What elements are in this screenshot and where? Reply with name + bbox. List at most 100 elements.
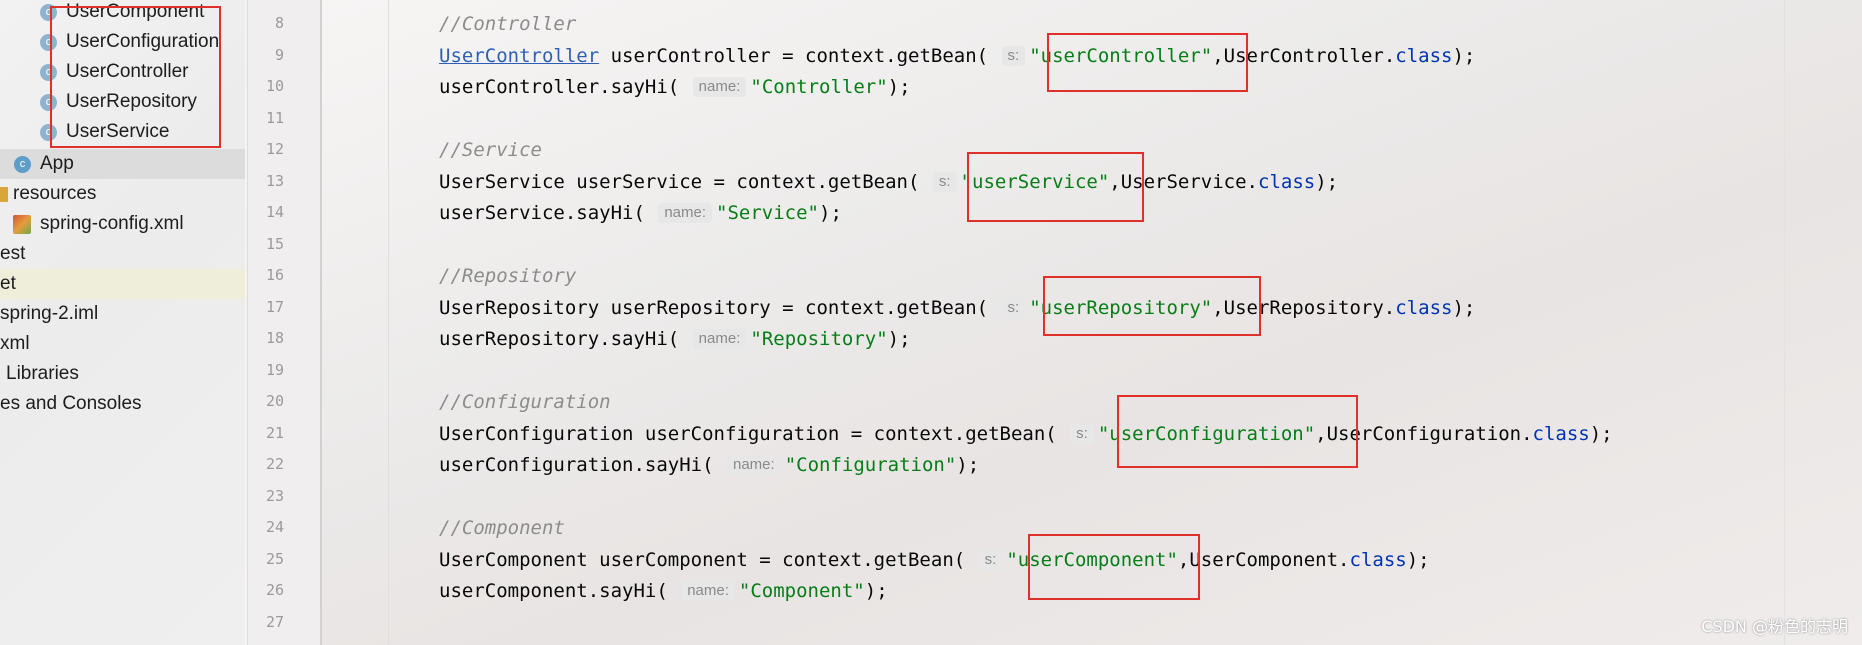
code-comment-service[interactable]: //Service xyxy=(439,135,542,165)
code-line-sayhi-repository[interactable]: userRepository.sayHi( name: "Repository")… xyxy=(439,324,911,354)
annotation-box-classes xyxy=(50,6,221,148)
line-number: 21 xyxy=(265,424,284,442)
code-text: UserComponent userComponent = context.ge… xyxy=(439,549,977,571)
tree-item-resources[interactable]: resources xyxy=(0,179,245,209)
code-line-sayhi-component[interactable]: userComponent.sayHi( name: "Component"); xyxy=(439,576,888,606)
code-line-get-configuration[interactable]: UserConfiguration userConfiguration = co… xyxy=(439,419,1613,449)
line-number: 8 xyxy=(274,14,284,32)
xml-file-icon xyxy=(13,215,31,234)
line-number: 16 xyxy=(265,266,284,284)
code-text: userController.sayHi( xyxy=(439,76,691,98)
line-number: 13 xyxy=(265,172,284,190)
code-text: UserService userService = context.getBea… xyxy=(439,171,931,193)
line-number: 10 xyxy=(265,77,284,95)
line-number: 23 xyxy=(265,487,284,505)
code-text: userConfiguration.sayHi( xyxy=(439,454,725,476)
param-hint: name: xyxy=(658,203,713,223)
string-literal: "Controller" xyxy=(750,76,888,98)
line-number: 25 xyxy=(265,550,284,568)
line-number: 18 xyxy=(265,329,284,347)
code-text: UserConfiguration userConfiguration = co… xyxy=(439,423,1069,445)
code-comment-repository[interactable]: //Repository xyxy=(439,261,576,291)
line-number: 26 xyxy=(265,581,284,599)
code-line-sayhi-configuration[interactable]: userConfiguration.sayHi( name: "Configura… xyxy=(439,450,979,480)
code-line-get-controller[interactable]: UserController userController = context.… xyxy=(439,41,1475,71)
tree-item-scratches-consoles[interactable]: es and Consoles xyxy=(0,389,245,419)
code-text: userController = context.getBean( xyxy=(599,45,1000,67)
tree-item-target[interactable]: et xyxy=(0,269,245,299)
code-text: userRepository.sayHi( xyxy=(439,328,691,350)
line-number: 14 xyxy=(265,203,284,221)
tree-item-pom-xml[interactable]: xml xyxy=(0,329,245,359)
class-keyword: class xyxy=(1258,171,1316,193)
right-margin-guide xyxy=(1784,0,1785,645)
annotation-box-userconfiguration xyxy=(1117,395,1358,468)
code-line-sayhi-controller[interactable]: userController.sayHi( name: "Controller")… xyxy=(439,72,911,102)
param-hint: name: xyxy=(726,455,781,475)
tree-item-test[interactable]: est xyxy=(0,239,245,269)
class-link-usercontroller[interactable]: UserController xyxy=(439,45,599,67)
code-line-sayhi-service[interactable]: userService.sayHi( name: "Service"); xyxy=(439,198,842,228)
line-number: 9 xyxy=(274,46,284,64)
tree-item-external-libraries[interactable]: Libraries xyxy=(0,359,245,389)
param-hint: name: xyxy=(692,77,747,97)
code-text: ); xyxy=(887,328,911,350)
class-keyword: class xyxy=(1349,549,1407,571)
watermark: CSDN @粉色的志明 xyxy=(1701,617,1848,636)
code-comment-controller[interactable]: //Controller xyxy=(439,9,576,39)
code-text: ); xyxy=(1315,171,1339,193)
tree-item-label: et xyxy=(0,273,16,294)
string-literal: "Component" xyxy=(738,580,865,602)
tree-item-label: App xyxy=(40,153,74,174)
tree-item-label: est xyxy=(0,243,26,264)
code-comment-configuration[interactable]: //Configuration xyxy=(439,387,611,417)
code-line-get-component[interactable]: UserComponent userComponent = context.ge… xyxy=(439,545,1430,575)
code-line-get-repository[interactable]: UserRepository userRepository = context.… xyxy=(439,293,1475,323)
tree-item-label: es and Consoles xyxy=(0,393,142,414)
param-hint: name: xyxy=(692,329,747,349)
code-text: userComponent.sayHi( xyxy=(439,580,680,602)
code-text: ); xyxy=(1406,549,1430,571)
line-number: 12 xyxy=(265,140,284,158)
annotation-box-usercontroller xyxy=(1047,33,1248,92)
code-text: ,UserComponent. xyxy=(1177,549,1350,571)
param-hint: s: xyxy=(1001,298,1026,318)
code-text: ); xyxy=(956,454,980,476)
code-text: userService.sayHi( xyxy=(439,202,657,224)
project-tree: c UserComponent c UserConfiguration c Us… xyxy=(0,0,245,645)
param-hint: name: xyxy=(681,581,735,601)
line-number: 22 xyxy=(265,455,284,473)
string-literal: "Service" xyxy=(716,202,819,224)
code-line-get-service[interactable]: UserService userService = context.getBea… xyxy=(439,167,1338,197)
code-text: ); xyxy=(864,580,888,602)
code-text: ); xyxy=(887,76,911,98)
string-literal: "Configuration" xyxy=(784,454,957,476)
param-hint: s: xyxy=(932,172,957,192)
annotation-box-userrepository xyxy=(1043,276,1261,336)
app-class-icon: c xyxy=(14,156,31,173)
tree-item-iml[interactable]: spring-2.iml xyxy=(0,299,245,329)
line-number: 27 xyxy=(265,613,284,631)
string-literal: "Repository" xyxy=(750,328,888,350)
line-number: 11 xyxy=(265,109,284,127)
param-hint: s: xyxy=(1070,424,1094,444)
resources-folder-icon xyxy=(0,187,8,202)
line-number: 19 xyxy=(265,361,284,379)
line-number-gutter: 8 9 10 11 12 13 14 15 16 17 18 19 20 21 … xyxy=(247,0,322,645)
line-number: 20 xyxy=(265,392,284,410)
class-keyword: class xyxy=(1395,45,1453,67)
line-number: 24 xyxy=(265,518,284,536)
code-text: ); xyxy=(1589,423,1613,445)
code-comment-component[interactable]: //Component xyxy=(439,513,565,543)
line-number: 15 xyxy=(265,235,284,253)
tree-item-label: spring-2.iml xyxy=(0,303,99,324)
tree-item-app[interactable]: c App xyxy=(0,149,245,179)
code-text: ); xyxy=(1452,297,1476,319)
tree-item-spring-config-xml[interactable]: spring-config.xml xyxy=(0,209,245,239)
annotation-box-userservice xyxy=(967,152,1144,222)
tree-item-label: xml xyxy=(0,333,30,354)
class-keyword: class xyxy=(1395,297,1453,319)
line-number: 17 xyxy=(265,298,284,316)
annotation-box-usercomponent xyxy=(1028,534,1200,600)
code-text: ); xyxy=(819,202,842,224)
